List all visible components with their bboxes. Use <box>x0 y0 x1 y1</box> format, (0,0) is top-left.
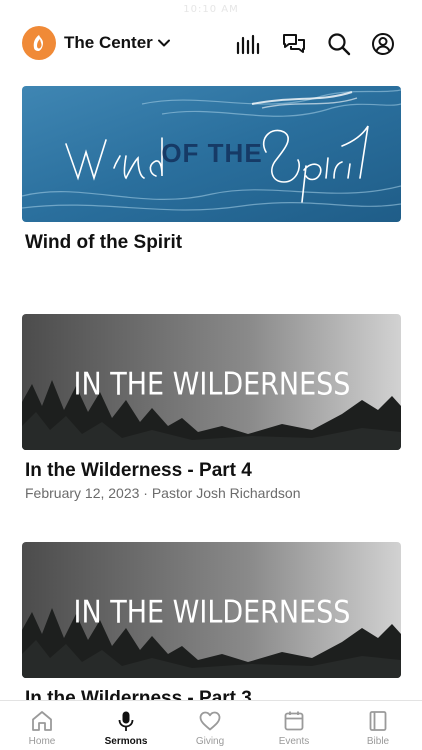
chat-bubbles-icon[interactable] <box>281 31 307 57</box>
sermon-card[interactable]: IN THE WILDERNESS In the Wilderness - Pa… <box>22 314 401 504</box>
search-icon[interactable] <box>326 31 352 57</box>
sermon-thumbnail[interactable]: OF THE <box>22 86 401 222</box>
banner-bold-text: OF THE <box>161 138 262 168</box>
tab-label: Events <box>278 736 310 747</box>
sermon-thumbnail[interactable]: IN THE WILDERNESS <box>22 314 401 450</box>
chevron-down-icon[interactable] <box>157 36 171 50</box>
audio-bars-icon[interactable] <box>235 31 261 57</box>
tab-bible[interactable]: Bible <box>336 701 420 750</box>
calendar-icon <box>284 711 304 731</box>
tab-giving[interactable]: Giving <box>168 701 252 750</box>
flame-hand-icon <box>33 35 43 51</box>
sermon-title[interactable]: Wind of the Spirit <box>25 232 182 254</box>
wind-banner-image: OF THE <box>22 86 401 222</box>
tab-label: Giving <box>195 736 225 747</box>
book-icon <box>369 711 387 731</box>
sermon-title[interactable]: In the Wilderness - Part 4 <box>25 460 252 482</box>
home-icon <box>32 711 52 731</box>
sermon-card[interactable]: OF THE Wind of the Spirit <box>22 86 401 256</box>
wilderness-banner-image: IN THE WILDERNESS <box>22 314 401 450</box>
org-name[interactable]: The Center <box>64 33 153 53</box>
microphone-icon <box>118 711 134 731</box>
tab-label: Bible <box>366 736 390 747</box>
banner-text: IN THE WILDERNESS <box>74 594 351 630</box>
banner-text: IN THE WILDERNESS <box>74 366 351 402</box>
tab-sermons[interactable]: Sermons <box>84 701 168 750</box>
profile-icon[interactable] <box>370 31 396 57</box>
svg-text:OF THE: OF THE <box>161 138 262 168</box>
tab-label: Home <box>28 736 56 747</box>
status-bar-time: 10:10 AM <box>183 4 239 15</box>
tab-home[interactable]: Home <box>0 701 84 750</box>
tab-events[interactable]: Events <box>252 701 336 750</box>
sermon-meta: February 12, 2023 · Pastor Josh Richards… <box>25 485 301 501</box>
heart-icon <box>199 711 221 731</box>
app-header: The Center <box>0 24 422 64</box>
wilderness-banner-image: IN THE WILDERNESS <box>22 542 401 678</box>
org-logo[interactable] <box>22 26 56 60</box>
sermon-thumbnail[interactable]: IN THE WILDERNESS <box>22 542 401 678</box>
bottom-tab-bar: Home Sermons Giving Events Bible <box>0 700 422 750</box>
sermon-card[interactable]: IN THE WILDERNESS In the Wilderness - Pa… <box>22 542 401 712</box>
tab-label: Sermons <box>104 736 148 747</box>
